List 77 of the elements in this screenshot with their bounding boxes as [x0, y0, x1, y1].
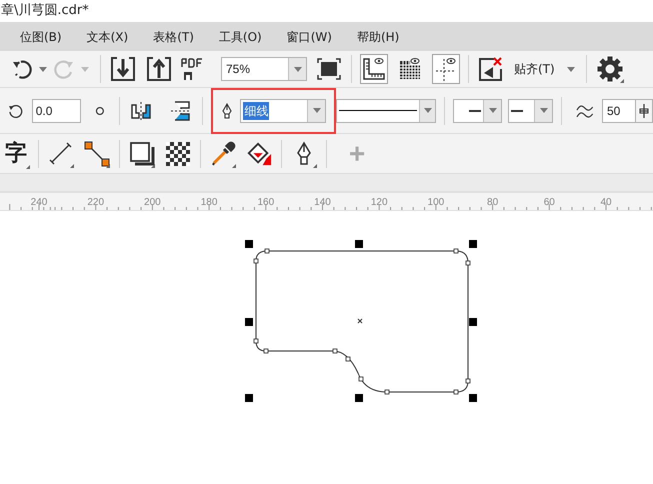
ruler-label: 40 — [600, 196, 612, 210]
export-button[interactable] — [145, 54, 173, 84]
pen-nib-icon — [296, 140, 312, 166]
pen-nib-icon — [221, 102, 234, 118]
line-end-icon — [511, 110, 524, 112]
mirror-vertical-icon — [170, 100, 192, 122]
import-icon — [110, 56, 136, 82]
outline-width-value: 细线 — [243, 102, 270, 120]
ruler-label: 120 — [370, 196, 388, 210]
text-tool[interactable]: 字 — [2, 138, 30, 168]
dropdown-caret-icon — [540, 108, 548, 113]
dropdown-caret-icon — [488, 108, 497, 113]
rotation-angle-field[interactable]: 0.0 — [32, 98, 81, 122]
dimension-line-icon — [49, 142, 73, 166]
dropdown-caret-icon — [424, 108, 432, 113]
corner-triangle-icon — [151, 164, 155, 168]
settings-icon — [596, 56, 623, 82]
ruler-label: 200 — [144, 196, 161, 210]
caret-icon — [81, 66, 89, 72]
ruler-label: 100 — [428, 196, 444, 210]
ruler-eye-icon — [362, 57, 386, 81]
degree-icon — [94, 106, 105, 116]
ruler-label: 80 — [487, 196, 498, 210]
zoom-dropdown[interactable]: 75% — [221, 57, 307, 81]
guidelines-toggle[interactable] — [432, 54, 460, 84]
corner-triangle-icon — [26, 164, 30, 168]
corner-triangle-icon — [313, 164, 317, 168]
ruler-label: 240 — [30, 196, 48, 210]
drop-shadow-icon — [129, 140, 155, 166]
outline-width-dropdown[interactable]: 细线 — [240, 98, 326, 122]
redo-icon — [53, 58, 75, 80]
ruler-label: 60 — [544, 196, 555, 210]
ruler-label: 160 — [257, 196, 274, 210]
undo-icon — [11, 58, 33, 80]
mirror-horizontal-icon — [130, 100, 152, 120]
ruler-label: 140 — [314, 196, 331, 210]
rulers-toggle[interactable] — [360, 54, 388, 84]
corner-triangle-icon — [106, 164, 110, 168]
eyedropper-icon — [210, 140, 236, 166]
caret-icon — [566, 66, 575, 72]
slider-handle-icon — [639, 104, 650, 118]
menu-item[interactable]: 窗口(W) — [286, 28, 332, 46]
start-arrowhead-dropdown[interactable] — [453, 98, 502, 122]
ruler-label: 180 — [200, 196, 218, 210]
guidelines-eye-icon — [434, 57, 458, 81]
menu-item[interactable]: 文本(X) — [86, 28, 128, 46]
ruler-label: 220 — [87, 196, 104, 210]
window-title: 章\川芎圆.cdr* — [0, 2, 89, 20]
menu-item[interactable]: 帮助(H) — [356, 28, 400, 46]
connector-tool[interactable] — [83, 138, 111, 168]
line-style-dropdown[interactable] — [336, 98, 436, 122]
line-end-icon — [469, 110, 482, 112]
rotate-icon — [8, 102, 24, 118]
smoothing-icon — [576, 102, 594, 118]
corner-triangle-icon — [620, 79, 624, 83]
connector-line-icon — [84, 140, 110, 166]
dropdown-caret-icon — [312, 108, 321, 113]
export-icon — [146, 56, 172, 82]
menu-item[interactable]: 位图(B) — [20, 28, 62, 46]
menu-item[interactable]: 表格(T) — [153, 28, 194, 46]
fill-bucket-icon — [246, 140, 272, 166]
corner-triangle-icon — [232, 164, 236, 168]
solid-line-icon — [339, 110, 418, 111]
caret-icon — [39, 66, 47, 72]
snap-to-menu[interactable]: 贴齐(T) — [511, 54, 578, 84]
smoothing-field[interactable]: 50 — [602, 98, 653, 122]
options-button[interactable] — [594, 54, 625, 84]
grid-eye-icon — [398, 57, 422, 81]
zoom-value: 75% — [225, 61, 250, 78]
full-screen-icon — [317, 58, 341, 80]
menu-item[interactable]: 工具(O) — [218, 28, 262, 46]
checkerboard-icon — [166, 142, 190, 166]
end-arrowhead-dropdown[interactable] — [508, 98, 554, 122]
snap-off-icon — [478, 56, 504, 82]
dropdown-caret-icon — [294, 66, 302, 72]
import-button[interactable] — [109, 54, 137, 84]
corner-triangle-icon — [70, 164, 74, 168]
